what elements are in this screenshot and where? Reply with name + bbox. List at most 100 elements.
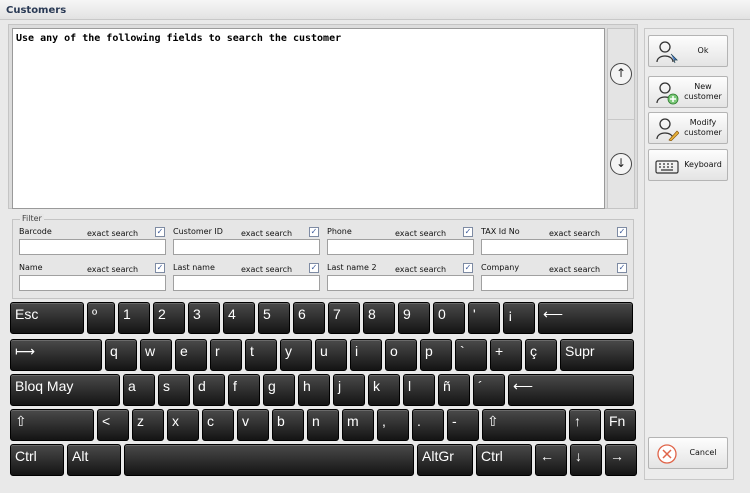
exact-search-checkbox[interactable]: ✓	[617, 227, 627, 237]
key[interactable]: '	[468, 302, 500, 334]
input-tax-id-no[interactable]	[481, 239, 628, 255]
key[interactable]: ←	[535, 444, 567, 476]
key[interactable]: 0	[433, 302, 465, 334]
key[interactable]: ñ	[438, 374, 470, 406]
key[interactable]: 4	[223, 302, 255, 334]
field-label-barcode: Barcode	[19, 227, 52, 236]
key[interactable]: h	[298, 374, 330, 406]
key[interactable]: Esc	[10, 302, 84, 334]
exact-search-checkbox[interactable]: ✓	[155, 227, 165, 237]
key[interactable]	[124, 444, 414, 476]
user-select-icon	[656, 41, 678, 64]
key[interactable]: <	[97, 409, 129, 441]
key[interactable]: 1	[118, 302, 150, 334]
key[interactable]: 6	[293, 302, 325, 334]
key[interactable]: k	[368, 374, 400, 406]
key[interactable]: 8	[363, 302, 395, 334]
message-text: Use any of the following fields to searc…	[16, 33, 342, 44]
key[interactable]: Fn	[604, 409, 636, 441]
key[interactable]: Supr	[560, 339, 634, 371]
key[interactable]: w	[140, 339, 172, 371]
key[interactable]: ⇧	[10, 409, 94, 441]
modify-customer-button[interactable]: Modify customer	[648, 112, 728, 144]
scroll-up-button[interactable]: ↑	[610, 63, 632, 85]
field-label-phone: Phone	[327, 227, 352, 236]
filter-field: TAX Id No exact search ✓	[481, 227, 629, 257]
key[interactable]: o	[385, 339, 417, 371]
scroll-down-button[interactable]: ↓	[610, 153, 632, 175]
exact-search-label: exact search	[87, 265, 139, 274]
key[interactable]: c	[202, 409, 234, 441]
key[interactable]: →	[605, 444, 637, 476]
key[interactable]: .	[412, 409, 444, 441]
key[interactable]: f	[228, 374, 260, 406]
key[interactable]: 3	[188, 302, 220, 334]
key[interactable]: ⟵	[538, 302, 633, 334]
key[interactable]: e	[175, 339, 207, 371]
key[interactable]: p	[420, 339, 452, 371]
key[interactable]: v	[237, 409, 269, 441]
exact-search-checkbox[interactable]: ✓	[617, 263, 627, 273]
field-label-customer-id: Customer ID	[173, 227, 223, 236]
key[interactable]: 2	[153, 302, 185, 334]
key[interactable]: -	[447, 409, 479, 441]
input-last-name-2[interactable]	[327, 275, 474, 291]
input-last-name[interactable]	[173, 275, 320, 291]
exact-search-checkbox[interactable]: ✓	[463, 263, 473, 273]
exact-search-checkbox[interactable]: ✓	[463, 227, 473, 237]
key[interactable]: Alt	[67, 444, 121, 476]
key[interactable]: Bloq May	[10, 374, 120, 406]
key[interactable]: ⟵	[508, 374, 634, 406]
key[interactable]: y	[280, 339, 312, 371]
exact-search-checkbox[interactable]: ✓	[309, 263, 319, 273]
exact-search-label: exact search	[241, 229, 293, 238]
key[interactable]: t	[245, 339, 277, 371]
key[interactable]: m	[342, 409, 374, 441]
ok-label: Ok	[697, 46, 709, 55]
input-company[interactable]	[481, 275, 628, 291]
key[interactable]: Ctrl	[476, 444, 532, 476]
key[interactable]: ¡	[503, 302, 535, 334]
key[interactable]: 5	[258, 302, 290, 334]
key[interactable]: ç	[525, 339, 557, 371]
key[interactable]: a	[123, 374, 155, 406]
key[interactable]: n	[307, 409, 339, 441]
key[interactable]: ↑	[569, 409, 601, 441]
filter-field: Name exact search ✓	[19, 263, 167, 293]
key[interactable]: ⇧	[482, 409, 566, 441]
key[interactable]: s	[158, 374, 190, 406]
key[interactable]: ,	[377, 409, 409, 441]
key[interactable]: r	[210, 339, 242, 371]
key[interactable]: 7	[328, 302, 360, 334]
input-phone[interactable]	[327, 239, 474, 255]
key[interactable]: `	[455, 339, 487, 371]
keyboard-icon	[655, 160, 679, 174]
key[interactable]: l	[403, 374, 435, 406]
key[interactable]: +	[490, 339, 522, 371]
key[interactable]: g	[263, 374, 295, 406]
cancel-button[interactable]: Cancel	[648, 437, 728, 469]
key[interactable]: d	[193, 374, 225, 406]
ok-button[interactable]: Ok	[648, 35, 728, 67]
input-customer-id[interactable]	[173, 239, 320, 255]
key[interactable]: z	[132, 409, 164, 441]
key[interactable]: ⟼	[10, 339, 102, 371]
key[interactable]: j	[333, 374, 365, 406]
key[interactable]: u	[315, 339, 347, 371]
key[interactable]: i	[350, 339, 382, 371]
key[interactable]: ↓	[570, 444, 602, 476]
key[interactable]: x	[167, 409, 199, 441]
exact-search-checkbox[interactable]: ✓	[155, 263, 165, 273]
key[interactable]: º	[87, 302, 115, 334]
exact-search-checkbox[interactable]: ✓	[309, 227, 319, 237]
keyboard-button[interactable]: Keyboard	[648, 149, 728, 181]
input-barcode[interactable]	[19, 239, 166, 255]
key[interactable]: Ctrl	[10, 444, 64, 476]
key[interactable]: 9	[398, 302, 430, 334]
key[interactable]: AltGr	[417, 444, 473, 476]
key[interactable]: q	[105, 339, 137, 371]
new-customer-button[interactable]: New customer	[648, 76, 728, 108]
key[interactable]: ´	[473, 374, 505, 406]
key[interactable]: b	[272, 409, 304, 441]
input-name[interactable]	[19, 275, 166, 291]
